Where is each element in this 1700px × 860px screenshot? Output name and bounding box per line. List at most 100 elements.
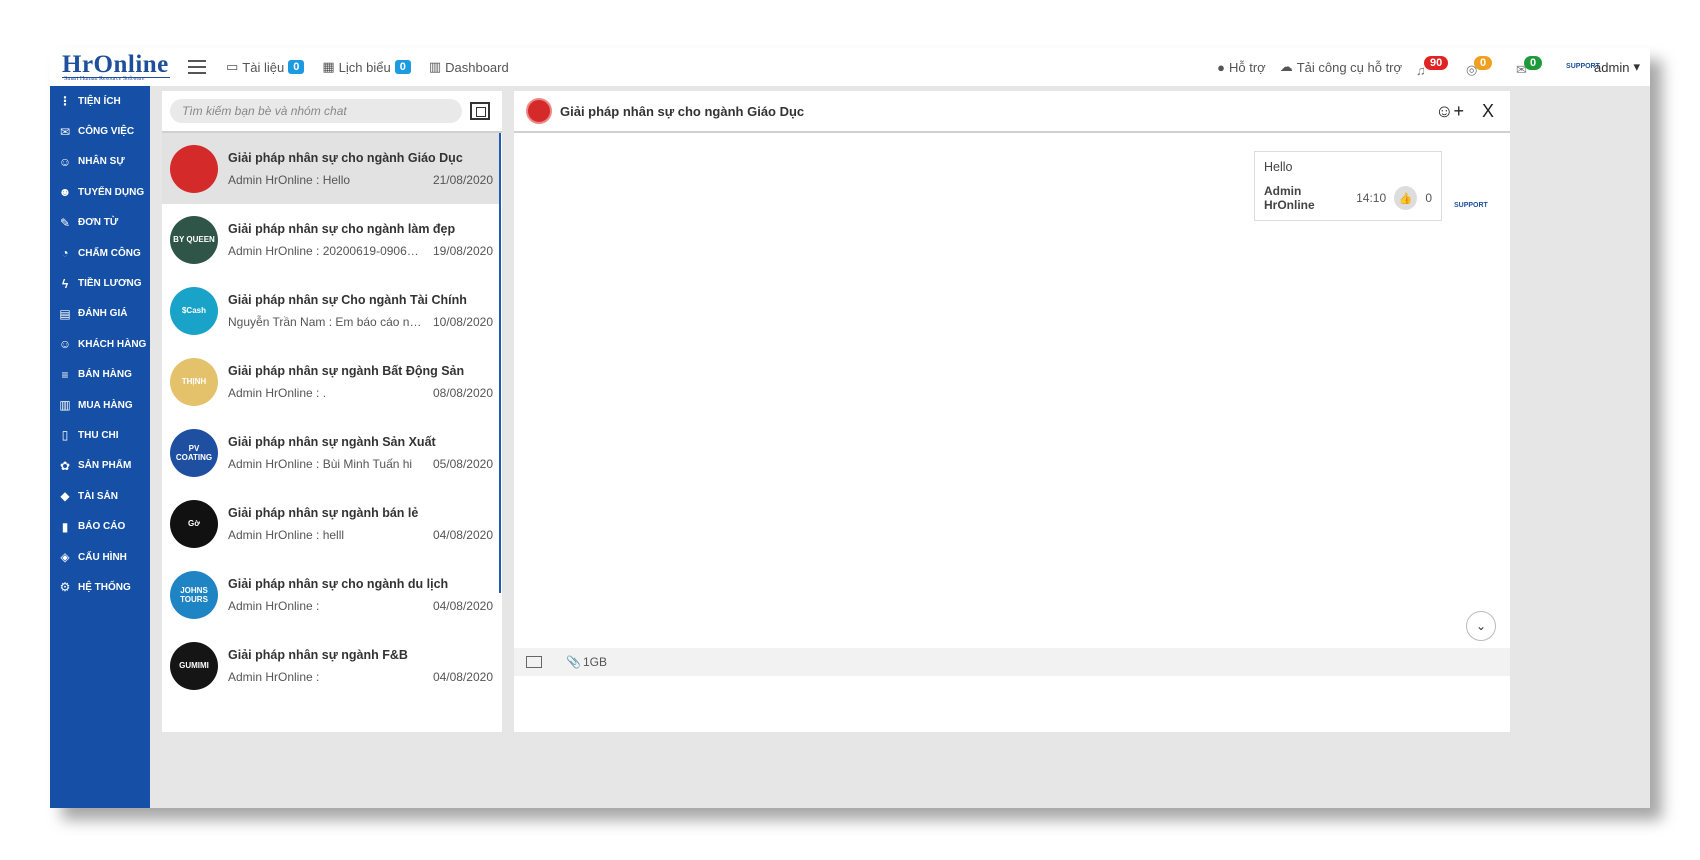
conversation-name: Giải pháp nhân sự ngành bán lẻ [228,505,419,520]
conversation-name: Giải pháp nhân sự Cho ngành Tài Chính [228,292,467,307]
user-menu[interactable]: SUPPORT admin ▾ [1566,56,1640,78]
message-input[interactable] [514,676,1510,732]
sidebar-item-8[interactable]: ▤ ĐÁNH GIÁ [50,299,150,329]
image-upload-icon[interactable] [526,656,542,668]
sidebar-item-label: TÀI SẢN [78,490,118,502]
sidebar-item-11[interactable]: ▥ MUA HÀNG [50,390,150,420]
add-member-icon[interactable]: ☺+ [1435,101,1464,122]
nav-calendar[interactable]: ▦ Lịch biểu 0 [322,59,411,75]
conversation-text: Giải pháp nhân sự cho ngành Giáo Dục Admi… [228,151,493,187]
cloud-download-icon: ☁ [1279,59,1293,74]
nav-documents-label: Tài liệu [242,59,285,75]
more-vertical-icon: ⋮ [59,94,71,109]
sidebar-item-7[interactable]: ϟ TIỀN LƯƠNG [50,268,150,298]
globe-notification[interactable]: ◎ 0 [1466,56,1502,78]
globe-count: 0 [1474,56,1493,70]
chat-search-row [162,91,502,133]
sidebar-item-17[interactable]: ⚙ HỆ THỐNG [50,572,150,602]
sidebar-item-6[interactable]: ◔ CHẤM CÔNG [50,238,150,268]
conversation-date: 19/08/2020 [432,243,493,258]
file-icon: ▯ [61,428,69,443]
chat-search-input[interactable] [170,99,462,123]
nav-dashboard[interactable]: ▥ Dashboard [429,59,509,75]
conversation-item[interactable]: GUMIMI Giải pháp nhân sự ngành F&B Admin H… [162,630,499,701]
gear-icon: ⚙ [59,580,71,595]
conversation-item[interactable]: JOHNS TOURS Giải pháp nhân sự cho ngành d… [162,559,499,630]
sidebar-item-label: TIỀN LƯƠNG [78,278,142,290]
conversation-name: Giải pháp nhân sự ngành F&B [228,647,408,662]
sidebar-item-label: MUA HÀNG [78,399,133,411]
conversation-avatar: JOHNS TOURS [170,570,218,619]
message-author: Admin HrOnline [1264,184,1315,212]
download-label: Tải công cụ hỗ trợ [1296,59,1403,75]
mail-notification[interactable]: ✉ 0 [1516,56,1552,78]
conversation-item[interactable]: BY QUEEN Giải pháp nhân sự cho ngành làm … [162,204,499,275]
logo[interactable]: HrOnline Smart Human Resource Software [58,48,170,86]
sidebar-item-label: BÁO CÁO [78,521,126,533]
conversation-text: Giải pháp nhân sự cho ngành du lịch Admin… [228,577,493,613]
sidebar-item-5[interactable]: ✎ ĐƠN TỪ [50,208,150,238]
conversation-date: 05/08/2020 [432,456,493,471]
conversation-preview: Admin HrOnline : Bùi Minh Tuấn hi [228,456,413,471]
attach-button[interactable]: 📎 1GB [566,655,607,669]
conversation-date: 04/08/2020 [432,598,493,613]
sidebar-item-12[interactable]: ▯ THU CHI [50,420,150,450]
conversation-preview: Admin HrOnline : helll [228,527,345,542]
support-link[interactable]: ● Hỗ trợ [1217,60,1266,75]
conversation-avatar: Gờ [170,499,218,548]
like-count: 0 [1425,191,1432,205]
conversation-item[interactable]: Gờ Giải pháp nhân sự ngành bán lẻ Admin Hr… [162,488,499,559]
sidebar-item-3[interactable]: ☺ NHÂN SỰ [50,147,150,177]
conversation-item[interactable]: Giải pháp nhân sự cho ngành Giáo Dục Admi… [162,133,499,204]
scan-icon[interactable] [470,102,490,120]
sidebar-item-10[interactable]: ≡ BÁN HÀNG [50,360,150,390]
sidebar-item-label: BÁN HÀNG [78,369,132,381]
conversation-avatar: GUMIMI [170,641,218,690]
close-icon[interactable]: X [1482,101,1494,122]
sidebar-item-label: SẢN PHẨM [78,460,132,472]
customer-icon: ☺ [58,337,72,352]
conversation-meta: Admin HrOnline : . 08/08/2020 [228,386,493,400]
conversation-text: Giải pháp nhân sự cho ngành làm đẹp Admin… [228,222,493,258]
bell-count: 90 [1424,56,1449,70]
conversation-text: Giải pháp nhân sự ngành Bất Động Sản Admi… [228,364,493,400]
chat-avatar [526,98,552,124]
sidebar-item-14[interactable]: ◆ TÀI SẢN [50,481,150,511]
map-icon: ▥ [59,398,71,413]
conversation-item[interactable]: THỊNH Giải pháp nhân sự ngành Bất Động Sả… [162,346,499,417]
folder-icon: ▭ [226,59,239,74]
conversation-date: 08/08/2020 [432,385,493,400]
user-plus-icon: ☻ [58,185,72,200]
conversation-meta: Admin HrOnline : 04/08/2020 [228,599,493,613]
conversation-item[interactable]: PV COATING Giải pháp nhân sự ngành Sản Xu… [162,417,499,488]
sidebar-item-4[interactable]: ☻ TUYỂN DỤNG [50,177,150,207]
paperclip-icon: 📎 [566,655,581,669]
scroll-down-button[interactable]: ⌄ [1466,611,1496,641]
message-meta: Admin HrOnline 14:10 👍 0 [1264,184,1432,212]
sidebar-item-label: THU CHI [78,429,119,441]
sidebar-item-13[interactable]: ✿ SẢN PHẨM [50,451,150,481]
chat-list-panel: Giải pháp nhân sự cho ngành Giáo Dục Admi… [162,91,502,732]
download-tools-link[interactable]: ☁ Tải công cụ hỗ trợ [1280,59,1402,75]
menu-toggle-icon[interactable] [188,56,206,78]
nav-documents[interactable]: ▭ Tài liệu 0 [226,59,305,75]
conversation-meta: Admin HrOnline : 04/08/2020 [228,670,493,684]
conversation-item[interactable]: $Cash Giải pháp nhân sự Cho ngành Tài Chí… [162,275,499,346]
sidebar-item-15[interactable]: ▮ BÁO CÁO [50,511,150,541]
sidebar-item-label: TIỆN ÍCH [78,95,121,107]
conversation-text: Giải pháp nhân sự ngành Sản Xuất Admin Hr… [228,435,493,471]
sidebar-item-1[interactable]: ⋮ TIỆN ÍCH [50,86,150,116]
mail-count: 0 [1524,56,1543,70]
avatar: SUPPORT [1566,63,1600,70]
like-button[interactable]: 👍 [1394,186,1418,210]
chevron-down-icon: ⌄ [1475,619,1487,633]
sender-avatar: SUPPORT [1454,202,1488,209]
caret-down-icon: ▾ [1633,59,1640,74]
bell-notification[interactable]: ♫ 90 [1416,56,1452,78]
speedometer-icon: ◔ [61,246,69,261]
sidebar-item-16[interactable]: ◈ CẤU HÌNH [50,542,150,572]
sidebar-item-2[interactable]: ✉ CÔNG VIỆC [50,116,150,146]
chat-header: Giải pháp nhân sự cho ngành Giáo Dục ☺+ … [514,91,1510,133]
edit-icon: ✎ [59,215,71,230]
sidebar-item-9[interactable]: ☺ KHÁCH HÀNG [50,329,150,359]
